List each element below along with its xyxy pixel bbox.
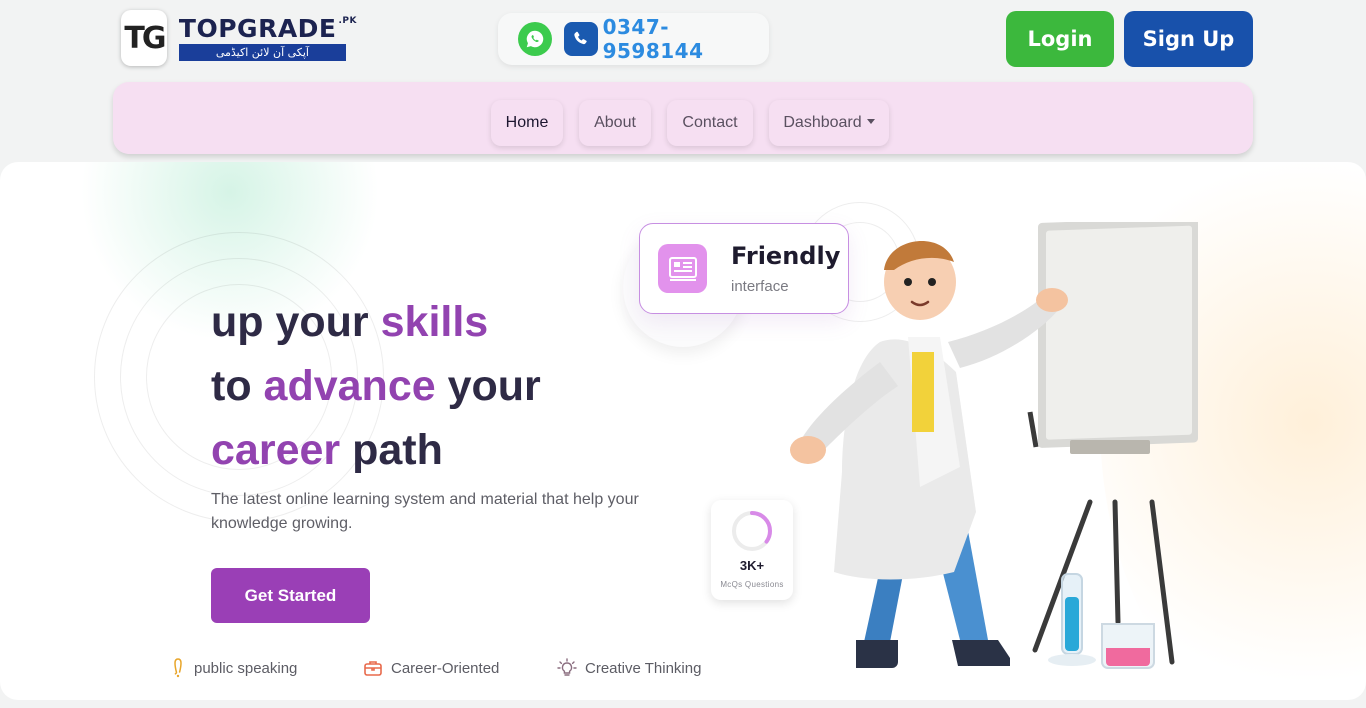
main-navbar: Home About Contact Dashboard	[113, 82, 1253, 154]
microphone-icon	[174, 658, 182, 678]
headline-text: path	[340, 426, 443, 474]
stat-label: McQs Questions	[720, 580, 784, 589]
nav-home[interactable]: Home	[491, 100, 563, 146]
friendly-subtitle: interface	[731, 278, 789, 295]
headline-line-1: up your skills	[211, 290, 671, 354]
headline-line-3: career path	[211, 418, 671, 482]
stat-value: 3K+	[739, 558, 765, 573]
brand-tld: .PK	[338, 16, 357, 26]
hero-headline: up your skills to advance your career pa…	[211, 290, 671, 482]
caret-down-icon	[866, 118, 875, 124]
brand-tagline: آپکی آن لائن اکیڈمی	[178, 44, 346, 61]
logo-text: TOPGRADE .PK آپکی آن لائن اکیڈمی	[178, 15, 357, 61]
phone-icon[interactable]	[563, 22, 598, 56]
headline-accent: advance	[263, 362, 436, 410]
get-started-button[interactable]: Get Started	[211, 568, 370, 623]
hero-section: up your skills to advance your career pa…	[0, 162, 1366, 700]
feature-career-oriented: Career-Oriented	[363, 656, 499, 680]
headline-text: your	[435, 362, 541, 410]
login-button[interactable]: Login	[1006, 11, 1114, 67]
friendly-interface-card: Friendly interface	[639, 223, 849, 314]
logo-wordmark: TOPGRADE .PK	[179, 15, 357, 43]
signup-button[interactable]: Sign Up	[1124, 11, 1253, 67]
feature-public-speaking: public speaking	[170, 656, 297, 680]
headline-text: to	[211, 362, 264, 410]
feature-label: Career-Oriented	[391, 659, 500, 677]
logo-mark: TG	[121, 10, 167, 66]
headline-text: up your	[211, 298, 381, 346]
lightbulb-icon	[557, 658, 577, 676]
nav-about[interactable]: About	[579, 100, 651, 146]
interface-icon	[658, 244, 707, 293]
brand-logo[interactable]: TG TOPGRADE .PK آپکی آن لائن اکیڈمی	[121, 10, 357, 66]
feature-creative-thinking: Creative Thinking	[557, 656, 701, 680]
mcqs-stat-card: 3K+ McQs Questions	[711, 500, 793, 600]
nav-dashboard-dropdown[interactable]: Dashboard	[769, 100, 889, 146]
hero-description: The latest online learning system and ma…	[211, 491, 639, 532]
phone-number[interactable]: 0347-9598144	[603, 15, 769, 63]
brand-name: TOPGRADE	[178, 14, 337, 43]
feature-label: Creative Thinking	[585, 659, 702, 677]
headline-accent: skills	[380, 298, 489, 346]
briefcase-icon	[364, 661, 382, 676]
headline-line-2: to advance your	[211, 354, 671, 418]
whatsapp-icon[interactable]	[518, 22, 552, 56]
nav-dashboard-label: Dashboard	[783, 114, 862, 131]
progress-ring	[732, 511, 772, 551]
nav-contact[interactable]: Contact	[667, 100, 753, 146]
contact-pill: 0347-9598144	[498, 13, 769, 65]
friendly-title: Friendly	[731, 242, 841, 270]
headline-accent: career	[211, 426, 341, 474]
feature-label: public speaking	[194, 659, 298, 677]
